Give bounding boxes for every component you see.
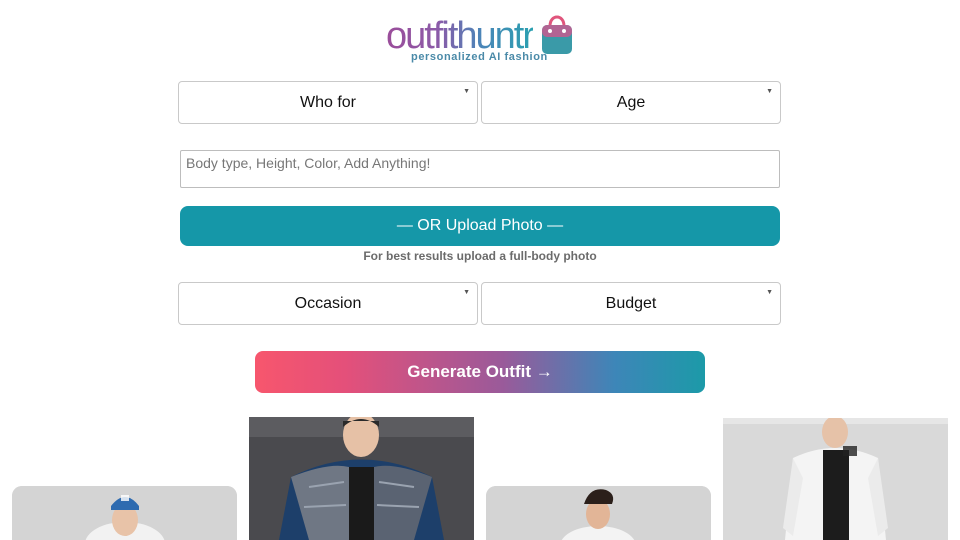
dropdown-caret-icon: ▼ — [463, 289, 470, 296]
age-value: Age — [616, 93, 646, 111]
occasion-select[interactable]: Occasion ▼ — [178, 282, 478, 325]
page: outfithuntr personalized AI fashion Who … — [0, 0, 960, 540]
outfit-photo-white-bomber[interactable] — [723, 418, 948, 540]
who-for-select[interactable]: Who for ▼ — [178, 81, 478, 124]
outfit-photo-puffer-jacket-image — [249, 417, 474, 540]
outfit-photo-denim-man[interactable] — [486, 486, 711, 540]
who-for-value: Who for — [299, 93, 356, 111]
tagline: personalized AI fashion — [411, 51, 548, 63]
upload-photo-button[interactable]: — OR Upload Photo — — [180, 206, 780, 246]
logo-wordmark: outfithuntr — [386, 15, 535, 57]
outfit-photo-cap-man[interactable] — [12, 486, 237, 540]
outfit-photo-puffer-jacket[interactable] — [249, 417, 474, 540]
upload-hint: For best results upload a full-body phot… — [363, 249, 597, 263]
generate-outfit-button[interactable]: Generate Outfit → — [255, 351, 705, 393]
details-input[interactable]: Body type, Height, Color, Add Anything! — [180, 150, 780, 188]
occasion-value: Occasion — [294, 294, 362, 312]
outfit-photo-denim-man-image — [486, 486, 711, 540]
dropdown-caret-icon: ▼ — [766, 289, 773, 296]
dropdown-caret-icon: ▼ — [463, 88, 470, 95]
budget-select[interactable]: Budget ▼ — [481, 282, 781, 325]
age-select[interactable]: Age ▼ — [481, 81, 781, 124]
details-placeholder: Body type, Height, Color, Add Anything! — [186, 155, 431, 171]
outfit-photo-cap-man-image — [12, 486, 237, 540]
budget-value: Budget — [605, 294, 657, 312]
outfit-photo-white-bomber-image — [723, 418, 948, 540]
shopping-bag-icon — [542, 15, 572, 54]
dropdown-caret-icon: ▼ — [766, 88, 773, 95]
